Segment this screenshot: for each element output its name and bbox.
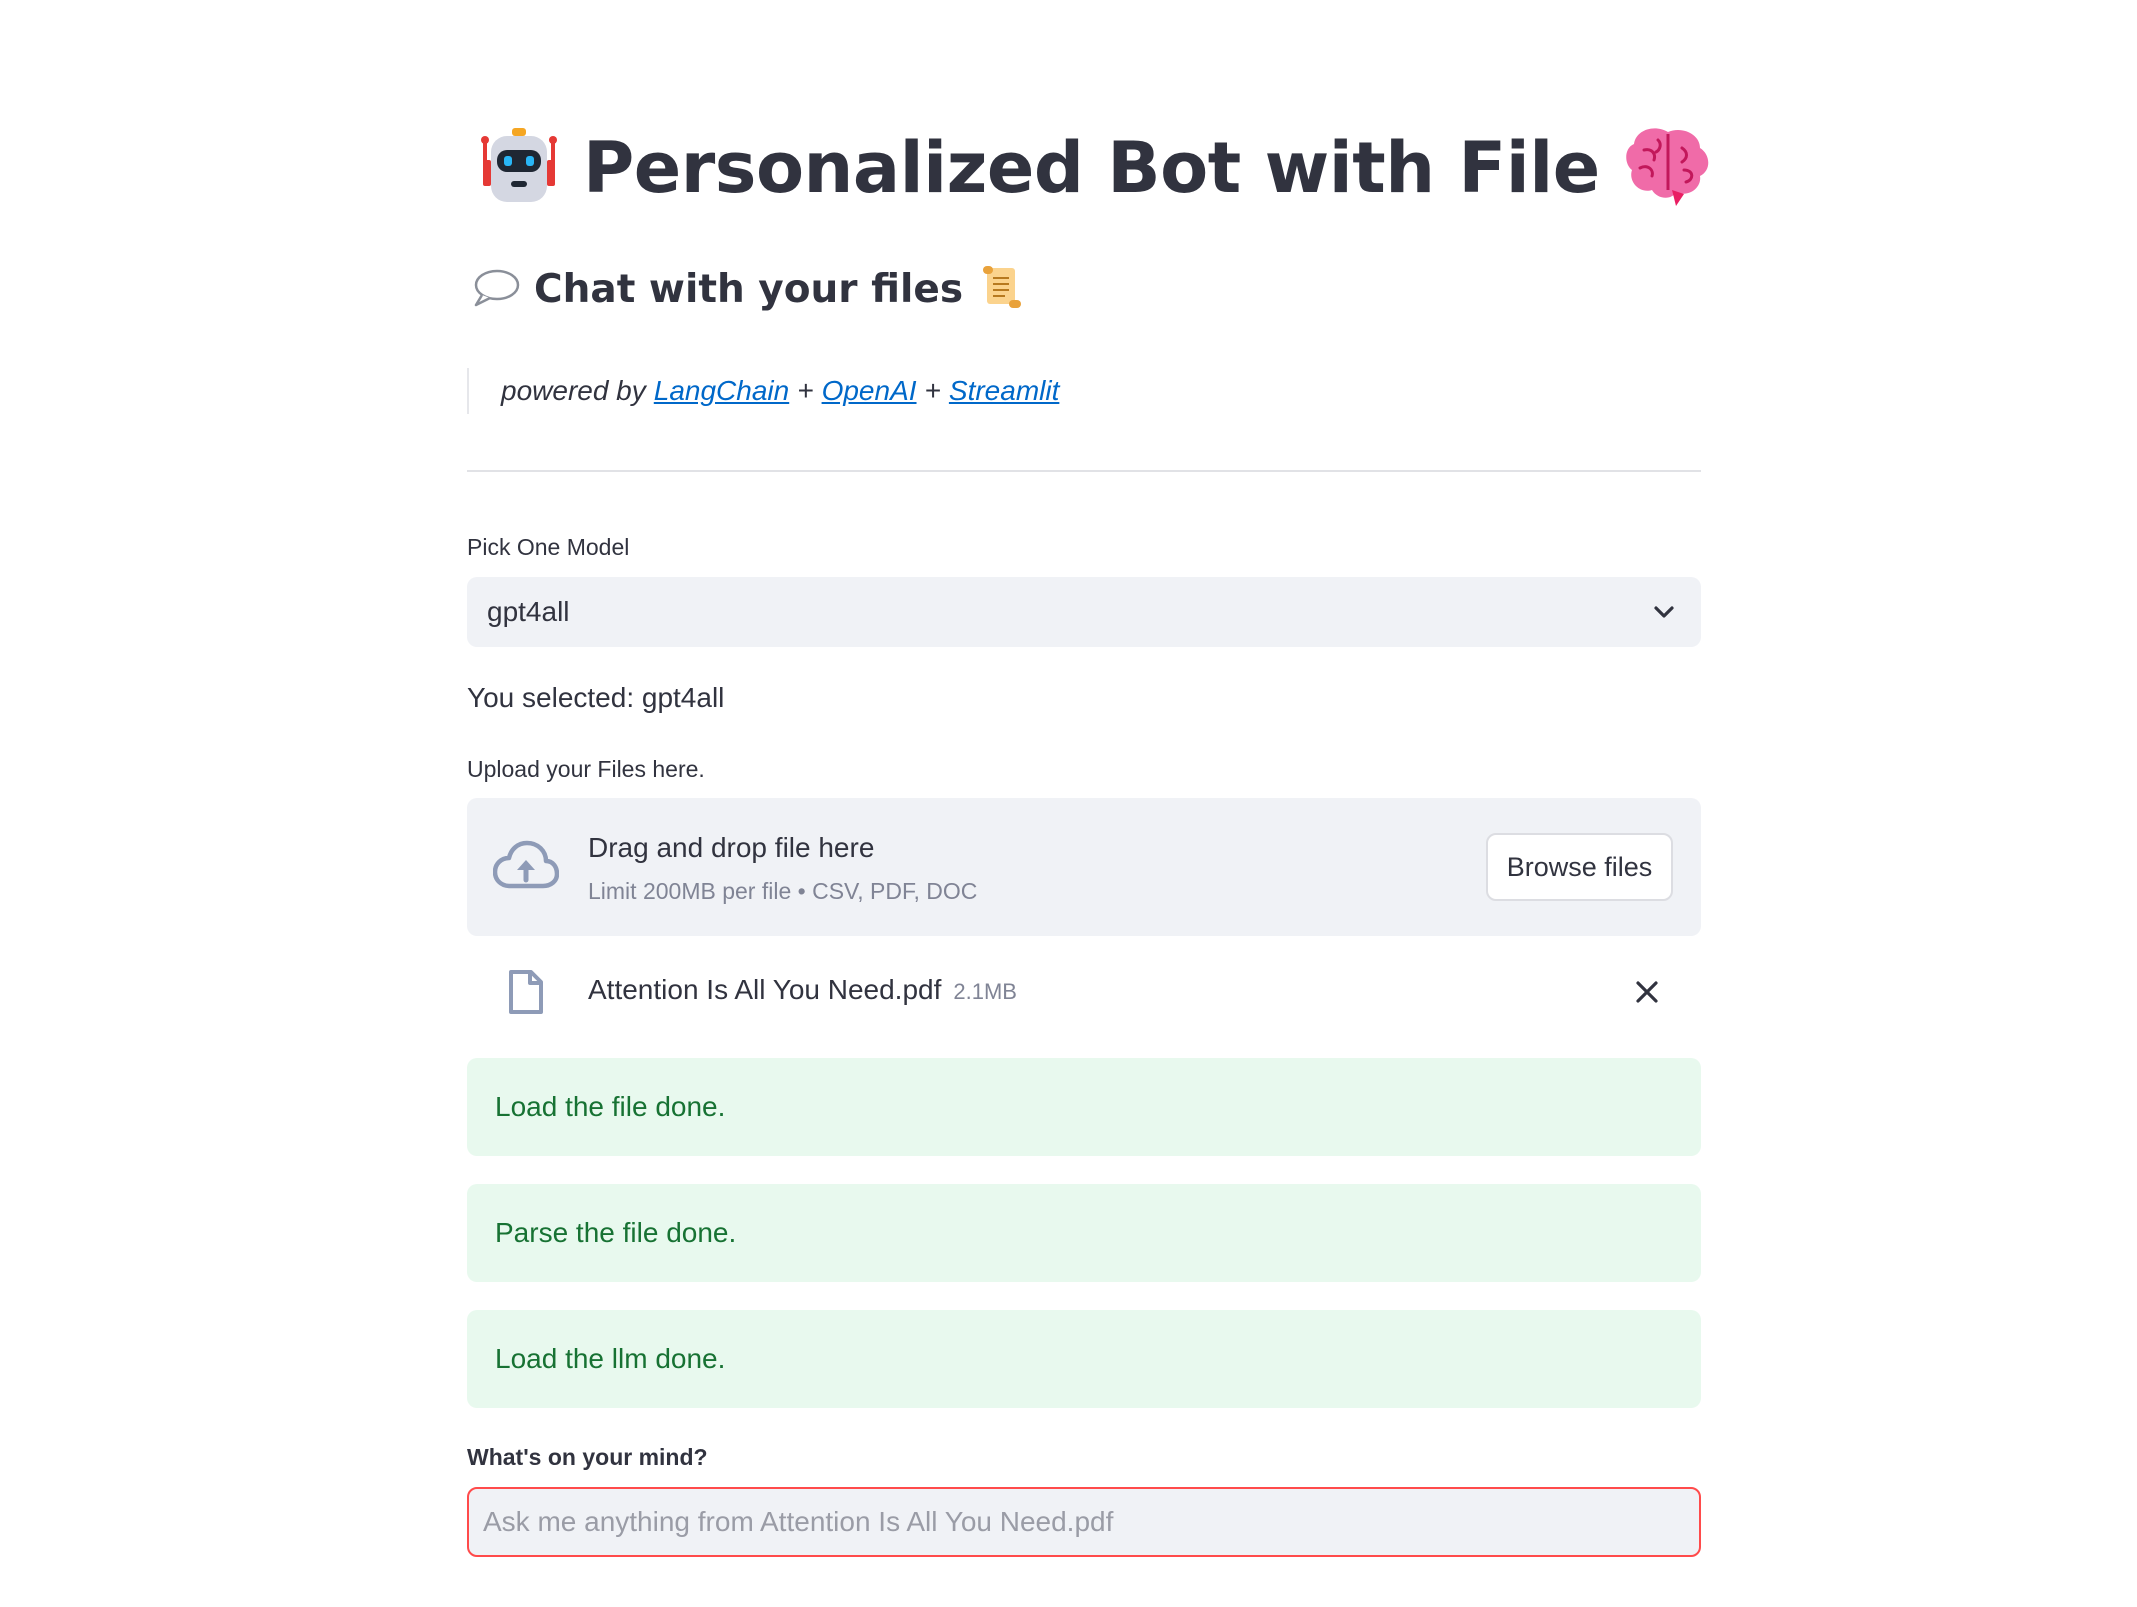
credits-separator: + [797,375,814,406]
dropzone-subtitle: Limit 200MB per file • CSV, PDF, DOC [588,878,978,904]
page-title: Personalized Bot with File [583,127,1600,209]
model-select[interactable]: gpt4all [467,577,1701,647]
uploaded-file-name: Attention Is All You Need.pdf [588,974,942,1005]
link-langchain[interactable]: LangChain [654,375,789,407]
question-input[interactable] [467,1487,1701,1557]
selection-text: You selected: gpt4all [467,682,725,713]
credits-quote: powered by LangChain + OpenAI + Streamli… [467,368,1059,414]
browse-files-button[interactable]: Browse files [1486,833,1673,901]
robot-icon [479,126,559,211]
success-alert: Load the file done. [467,1058,1701,1156]
close-icon[interactable] [1633,978,1661,1006]
dropzone-title: Drag and drop file here [588,832,875,863]
page-title-row: Personalized Bot with File [479,118,1712,218]
cloud-upload-icon [492,840,560,892]
credits-prefix: powered by [501,375,646,406]
link-streamlit[interactable]: Streamlit [949,375,1059,407]
divider [467,470,1701,472]
model-select-label: Pick One Model [467,534,630,560]
file-dropzone[interactable]: Drag and drop file here Limit 200MB per … [467,798,1701,936]
subheader-row: Chat with your files [472,262,1025,316]
brain-icon [1624,124,1712,213]
link-openai[interactable]: OpenAI [822,375,917,407]
uploaded-file: Attention Is All You Need.pdf 2.1MB [588,974,1017,1006]
chevron-down-icon[interactable] [1651,599,1677,625]
success-alert: Load the llm done. [467,1310,1701,1408]
question-label: What's on your mind? [467,1444,708,1470]
uploaded-file-row: Attention Is All You Need.pdf 2.1MB [467,960,1701,1022]
speech-bubble-icon [472,267,520,312]
page: Personalized Bot with File Chat with you… [0,0,2137,1607]
subheader-title: Chat with your files [534,266,964,312]
uploader-label: Upload your Files here. [467,756,705,782]
scroll-icon [979,264,1025,315]
uploaded-file-size: 2.1MB [953,979,1017,1004]
file-icon [507,969,545,1015]
model-select-value: gpt4all [487,596,570,627]
credits-separator: + [924,375,941,406]
success-alert: Parse the file done. [467,1184,1701,1282]
